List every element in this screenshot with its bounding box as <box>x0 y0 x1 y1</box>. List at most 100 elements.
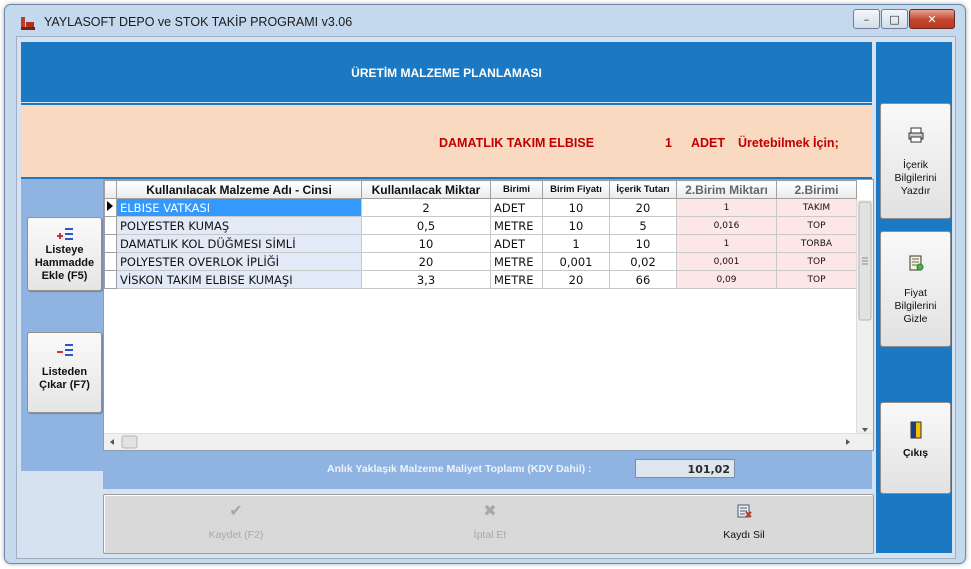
unit-price-cell[interactable]: 10 <box>542 216 610 235</box>
unit-cell[interactable]: ADET <box>490 234 543 253</box>
remove-from-list-icon <box>56 344 73 356</box>
hide-price-label: Fiyat Bilgilerini Gizle <box>894 287 937 325</box>
table-row[interactable]: ELBISE VATKASI 2 ADET 10 20 1 TAKIM <box>104 198 857 217</box>
column-header[interactable]: Kullanılacak Miktar <box>361 180 491 199</box>
exit-door-icon <box>910 421 921 439</box>
second-unit-quantity-cell[interactable]: 0,09 <box>676 270 777 289</box>
unit-cell[interactable]: METRE <box>490 252 543 271</box>
unit-cell[interactable]: METRE <box>490 270 543 289</box>
remove-from-list-button[interactable]: Listeden Çıkar (F7) <box>27 332 102 413</box>
column-header[interactable]: İçerik Tutarı <box>609 180 677 199</box>
second-unit-cell[interactable]: TOP <box>776 252 857 271</box>
unit-price-cell[interactable]: 1 <box>542 234 610 253</box>
app-icon <box>21 17 35 30</box>
second-unit-quantity-cell[interactable]: 0,001 <box>676 252 777 271</box>
column-header[interactable]: Birimi <box>490 180 543 199</box>
row-indicator <box>104 216 117 235</box>
table-row[interactable]: POLYESTER KUMAŞ 0,5 METRE 10 5 0,016 TOP <box>104 216 857 235</box>
unit-price-cell[interactable]: 10 <box>542 198 610 217</box>
check-icon: ✔ <box>229 501 243 520</box>
material-name-cell[interactable]: VİSKON TAKIM ELBISE KUMAŞI <box>116 270 362 289</box>
unit-cell[interactable]: ADET <box>490 198 543 217</box>
info-suffix: Üretebilmek İçin; <box>738 136 839 150</box>
document-icon <box>909 255 923 271</box>
horizontal-scrollbar[interactable] <box>104 433 873 450</box>
second-unit-quantity-cell[interactable]: 1 <box>676 234 777 253</box>
right-panel: İçerik Bilgilerini Yazdır Fiyat Bilgiler… <box>876 42 952 553</box>
product-unit: ADET <box>691 136 726 150</box>
material-name-cell[interactable]: DAMATLIK KOL DÜĞMESI SİMLİ <box>116 234 362 253</box>
column-header[interactable]: 2.Birimi <box>776 180 857 199</box>
row-indicator <box>104 252 117 271</box>
column-header[interactable]: Birim Fiyatı <box>542 180 610 199</box>
minimize-icon: – <box>863 12 870 26</box>
vertical-scrollbar[interactable] <box>856 200 873 437</box>
delete-record-icon <box>737 504 752 518</box>
unit-price-cell[interactable]: 20 <box>542 270 610 289</box>
table-row[interactable]: POLYESTER OVERLOK İPLİĞİ 20 METRE 0,001 … <box>104 252 857 271</box>
remove-from-list-label: Listeden Çıkar (F7) <box>39 366 90 391</box>
exit-button[interactable]: Çıkış <box>880 402 951 494</box>
total-cost-label: Anlık Yaklaşık Malzeme Maliyet Toplamı (… <box>327 463 592 475</box>
close-icon: ✕ <box>927 12 937 26</box>
close-button[interactable]: ✕ <box>909 9 955 29</box>
quantity-cell[interactable]: 0,5 <box>361 216 491 235</box>
table-row[interactable]: VİSKON TAKIM ELBISE KUMAŞI 3,3 METRE 20 … <box>104 270 857 289</box>
save-label: Kaydet (F2) <box>208 529 264 541</box>
maximize-icon: □ <box>889 12 900 26</box>
materials-grid[interactable]: Kullanılacak Malzeme Adı - Cinsi Kullanı… <box>103 179 874 451</box>
cancel-button[interactable]: ✖ İptal Et <box>410 501 570 549</box>
unit-price-cell[interactable]: 0,001 <box>542 252 610 271</box>
row-indicator <box>104 234 117 253</box>
quantity-cell[interactable]: 2 <box>361 198 491 217</box>
material-name-cell[interactable]: POLYESTER KUMAŞ <box>116 216 362 235</box>
info-band: DAMATLIK TAKIM ELBISE 1 ADET Üretebilmek… <box>21 103 872 179</box>
content-total-cell[interactable]: 0,02 <box>609 252 677 271</box>
quantity-cell[interactable]: 10 <box>361 234 491 253</box>
content-total-cell[interactable]: 66 <box>609 270 677 289</box>
second-unit-quantity-cell[interactable]: 1 <box>676 198 777 217</box>
product-quantity: 1 <box>665 136 672 150</box>
horizontal-scrollbar-track <box>110 435 850 449</box>
material-name-cell[interactable]: ELBISE VATKASI <box>116 198 362 217</box>
second-unit-cell[interactable]: TOP <box>776 216 857 235</box>
table-row[interactable]: DAMATLIK KOL DÜĞMESI SİMLİ 10 ADET 1 10 … <box>104 234 857 253</box>
total-cost-field: 101,02 <box>635 459 735 478</box>
vertical-scrollbar-track <box>858 201 872 432</box>
content-total-cell[interactable]: 20 <box>609 198 677 217</box>
total-band: Anlık Yaklaşık Malzeme Maliyet Toplamı (… <box>103 451 872 489</box>
second-unit-cell[interactable]: TOP <box>776 270 857 289</box>
second-unit-cell[interactable]: TORBA <box>776 234 857 253</box>
row-pointer-icon <box>107 201 113 211</box>
print-content-button[interactable]: İçerik Bilgilerini Yazdır <box>880 103 951 219</box>
second-unit-quantity-cell[interactable]: 0,016 <box>676 216 777 235</box>
printer-icon <box>908 127 923 143</box>
quantity-cell[interactable]: 20 <box>361 252 491 271</box>
save-button[interactable]: ✔ Kaydet (F2) <box>156 501 316 549</box>
material-name-cell[interactable]: POLYESTER OVERLOK İPLİĞİ <box>116 252 362 271</box>
window-title: YAYLASOFT DEPO ve STOK TAKİP PROGRAMI v3… <box>44 15 353 29</box>
hide-price-button[interactable]: Fiyat Bilgilerini Gizle <box>880 231 951 347</box>
delete-record-button[interactable]: Kaydı Sil <box>664 501 824 549</box>
page-title: ÜRETİM MALZEME PLANLAMASI <box>351 66 542 80</box>
content-total-cell[interactable]: 10 <box>609 234 677 253</box>
second-unit-cell[interactable]: TAKIM <box>776 198 857 217</box>
client-area: ÜRETİM MALZEME PLANLAMASI DAMATLIK TAKIM… <box>16 36 956 559</box>
maximize-button[interactable]: □ <box>881 9 908 29</box>
action-bar: ✔ Kaydet (F2) ✖ İptal Et Kaydı Sil <box>103 494 874 554</box>
grid-header-row: Kullanılacak Malzeme Adı - Cinsi Kullanı… <box>104 180 857 199</box>
column-header[interactable]: 2.Birim Miktarı <box>676 180 777 199</box>
row-indicator <box>104 270 117 289</box>
column-header[interactable]: Kullanılacak Malzeme Adı - Cinsi <box>116 180 362 199</box>
header-band: ÜRETİM MALZEME PLANLAMASI <box>21 42 872 102</box>
content-total-cell[interactable]: 5 <box>609 216 677 235</box>
cancel-label: İptal Et <box>473 529 507 541</box>
minimize-button[interactable]: – <box>853 9 880 29</box>
add-material-label: Listeye Hammadde Ekle (F5) <box>34 244 95 282</box>
unit-cell[interactable]: METRE <box>490 216 543 235</box>
exit-label: Çıkış <box>902 447 929 459</box>
add-material-button[interactable]: Listeye Hammadde Ekle (F5) <box>27 217 102 291</box>
cancel-icon: ✖ <box>483 501 497 520</box>
print-content-label: İçerik Bilgilerini Yazdır <box>894 159 937 197</box>
quantity-cell[interactable]: 3,3 <box>361 270 491 289</box>
